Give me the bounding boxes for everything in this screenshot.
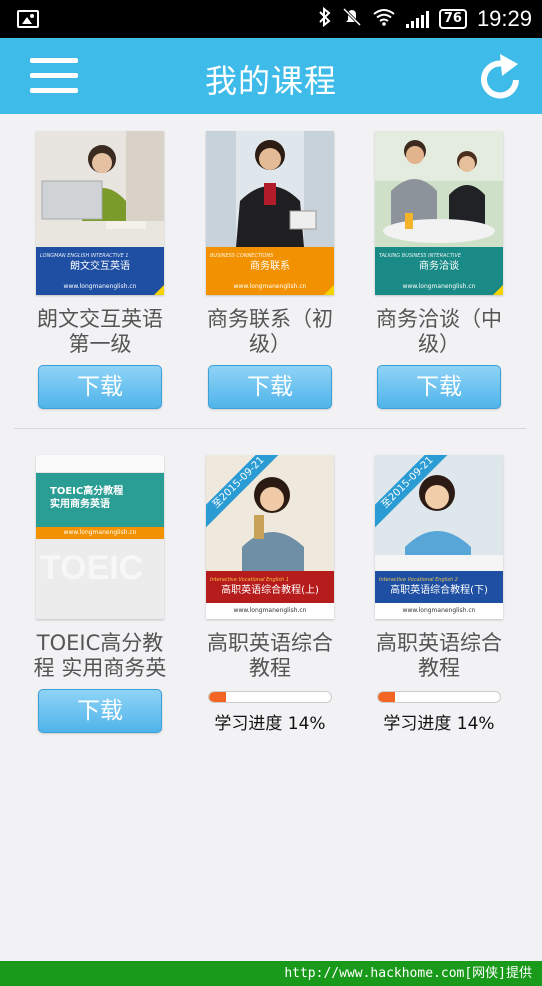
- course-title: TOEIC高分教程 实用商务英: [33, 631, 167, 680]
- course-card[interactable]: 至2015-09-21 Interactive Vocational Engli…: [200, 455, 340, 734]
- wifi-icon: [372, 8, 396, 30]
- cover-corner: [324, 285, 334, 295]
- course-card[interactable]: TOEIC高分教程 实用商务英语 www.longmanenglish.cn T…: [30, 455, 170, 733]
- download-button[interactable]: 下载: [377, 365, 501, 409]
- progress-fill: [209, 692, 227, 702]
- top-app-bar: 我的课程: [0, 38, 542, 114]
- course-cover[interactable]: BUSINESS CONNECTIONS 商务联系 www.longmaneng…: [206, 131, 334, 295]
- course-card[interactable]: TALKING BUSINESS INTERACTIVE 商务洽谈 www.lo…: [369, 131, 509, 409]
- signal-icon: [405, 10, 429, 28]
- course-cover[interactable]: TOEIC高分教程 实用商务英语 www.longmanenglish.cn T…: [36, 455, 164, 619]
- cover-photo: [206, 131, 334, 247]
- course-cover[interactable]: LONGMAN ENGLISH INTERACTIVE 1 朗文交互英语 www…: [36, 131, 164, 295]
- progress-label: 学习进度 14%: [214, 714, 326, 734]
- course-card[interactable]: LONGMAN ENGLISH INTERACTIVE 1 朗文交互英语 www…: [30, 131, 170, 409]
- clock: 19:29: [476, 6, 532, 31]
- status-bar: 76 19:29: [0, 0, 542, 38]
- cover-photo: [36, 131, 164, 247]
- bluetooth-icon: [318, 6, 332, 32]
- cover-band: LONGMAN ENGLISH INTERACTIVE 1 朗文交互英语: [36, 247, 164, 279]
- cover-url: www.longmanenglish.cn: [375, 279, 503, 295]
- cover-corner: [493, 285, 503, 295]
- cover-photo: [375, 455, 503, 571]
- course-grid: LONGMAN ENGLISH INTERACTIVE 1 朗文交互英语 www…: [0, 114, 542, 961]
- course-cover[interactable]: 至2015-09-21 Interactive Vocational Engli…: [206, 455, 334, 619]
- cover-corner: [154, 285, 164, 295]
- progress-label: 学习进度 14%: [383, 714, 495, 734]
- progress-bar: [377, 691, 501, 703]
- course-cover[interactable]: 至2015-09-21 Interactive Vocational Engli…: [375, 455, 503, 619]
- cover-url: www.longmanenglish.cn: [36, 279, 164, 295]
- cover-photo: [206, 455, 334, 571]
- cover-photo: [375, 131, 503, 247]
- cover-band: TALKING BUSINESS INTERACTIVE 商务洽谈: [375, 247, 503, 279]
- cover-url: www.longmanenglish.cn: [206, 279, 334, 295]
- course-title: 高职英语综合教程: [376, 631, 502, 680]
- gallery-icon: [17, 10, 39, 28]
- row-divider: [14, 428, 526, 429]
- battery-icon: 76: [438, 9, 467, 29]
- cover-band: Interactive Vocational English 2 高职英语综合教…: [375, 571, 503, 603]
- page-title: 我的课程: [204, 62, 337, 100]
- course-title: 商务联系（初级）: [207, 307, 333, 356]
- cover-band: TOEIC高分教程 实用商务英语: [36, 473, 164, 527]
- download-button[interactable]: 下载: [38, 689, 162, 733]
- cover-band: Interactive Vocational English 1 高职英语综合教…: [206, 571, 334, 603]
- cover-url: www.longmanenglish.cn: [375, 603, 503, 619]
- download-button[interactable]: 下载: [38, 365, 162, 409]
- cover-watermark: TOEIC: [40, 549, 144, 587]
- progress-fill: [378, 692, 396, 702]
- course-title: 朗文交互英语第一级: [37, 307, 163, 356]
- course-title: 高职英语综合教程: [207, 631, 333, 680]
- footer-watermark: http://www.hackhome.com[网侠]提供: [0, 961, 542, 986]
- course-card[interactable]: BUSINESS CONNECTIONS 商务联系 www.longmaneng…: [200, 131, 340, 409]
- cover-url: www.longmanenglish.cn: [206, 603, 334, 619]
- cover-url: www.longmanenglish.cn: [36, 527, 164, 539]
- download-button[interactable]: 下载: [208, 365, 332, 409]
- course-cover[interactable]: TALKING BUSINESS INTERACTIVE 商务洽谈 www.lo…: [375, 131, 503, 295]
- course-card[interactable]: 至2015-09-21 Interactive Vocational Engli…: [369, 455, 509, 734]
- refresh-icon[interactable]: [476, 50, 526, 104]
- progress-bar: [208, 691, 332, 703]
- mute-icon: [342, 7, 362, 31]
- course-title: 商务洽谈（中级）: [376, 307, 502, 356]
- cover-band: BUSINESS CONNECTIONS 商务联系: [206, 247, 334, 279]
